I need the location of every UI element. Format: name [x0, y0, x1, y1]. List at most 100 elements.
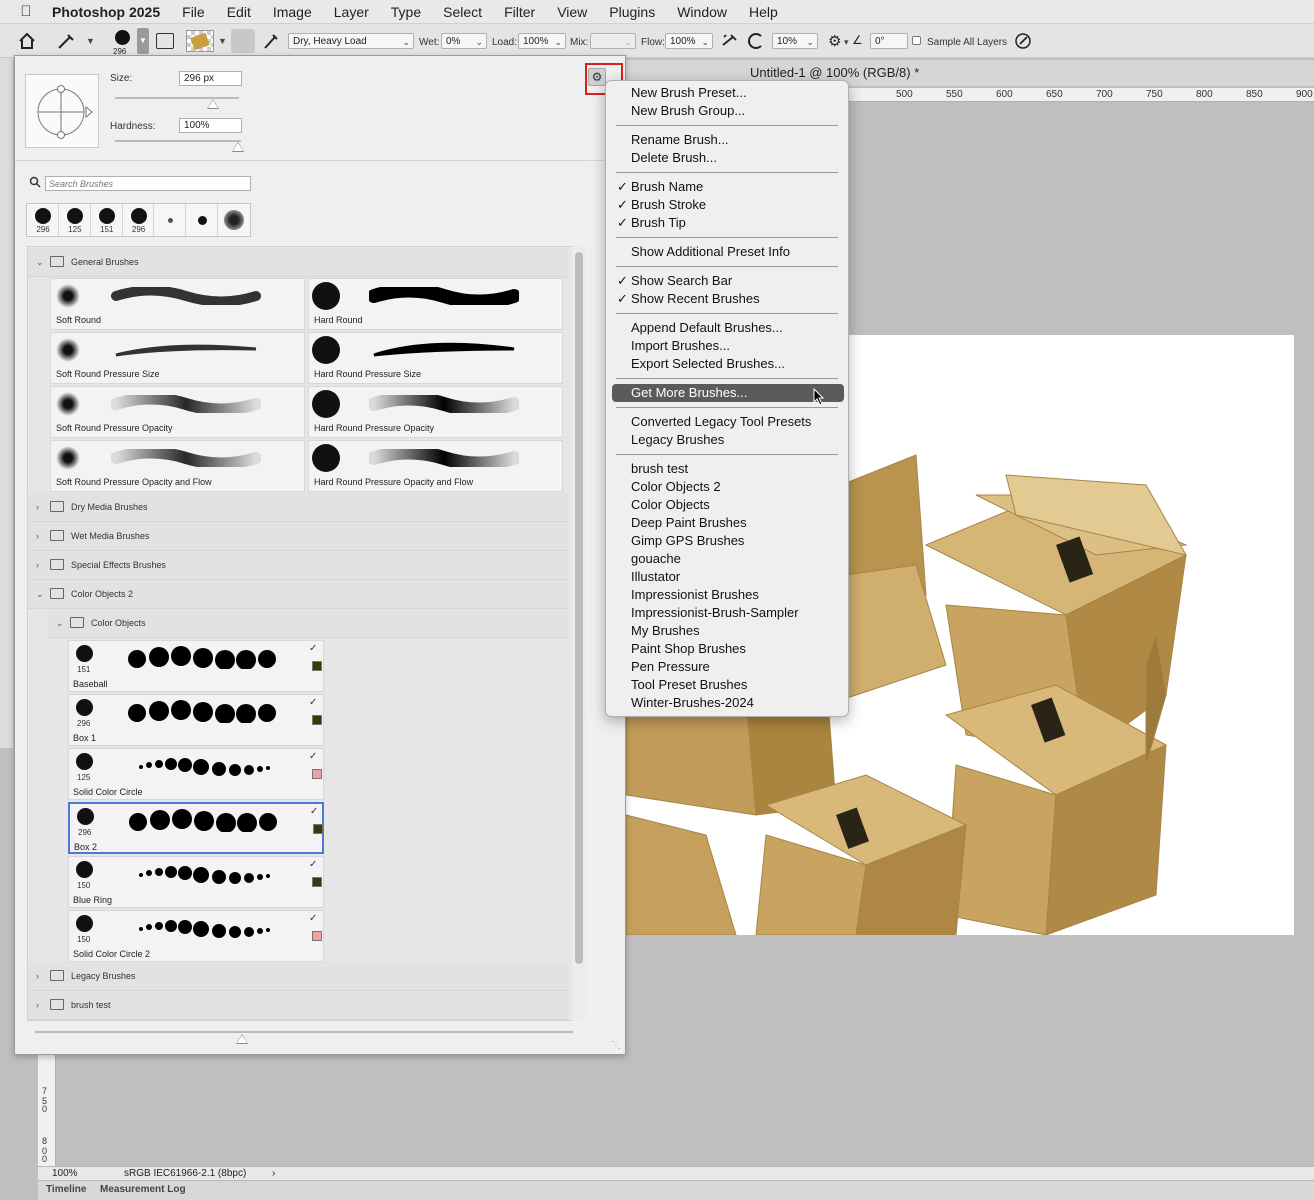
brush-picker-dropdown[interactable]: ▼ — [137, 28, 149, 54]
tool-preset-solid-color-circle-2[interactable]: 150 Solid Color Circle 2 ✓ — [68, 910, 324, 962]
menu-item-gouache[interactable]: gouache — [631, 550, 681, 568]
menu-item-color-objects-2[interactable]: Color Objects 2 — [631, 478, 721, 496]
size-slider[interactable] — [115, 97, 239, 99]
menu-item-append-default-brushes[interactable]: Append Default Brushes... — [631, 319, 783, 337]
recent-brush[interactable]: 296 — [123, 204, 155, 236]
menu-item-gimp-gps-brushes[interactable]: Gimp GPS Brushes — [631, 532, 744, 550]
recent-brush[interactable] — [186, 204, 219, 236]
chevron-down-icon[interactable]: ⌄ — [36, 257, 44, 268]
resize-grip-icon[interactable]: ⋱ — [611, 1040, 621, 1051]
menu-item-show-search-bar[interactable]: ✓ Show Search Bar — [617, 272, 732, 290]
menu-item-my-brushes[interactable]: My Brushes — [631, 622, 700, 640]
menu-item-new-brush-preset[interactable]: New Brush Preset... — [631, 84, 747, 102]
brush-tip-preview[interactable] — [25, 74, 99, 148]
menu-item-brush-test[interactable]: brush test — [631, 460, 688, 478]
app-name[interactable]: Photoshop 2025 — [52, 4, 160, 20]
angle-field[interactable]: 0° — [870, 33, 908, 49]
brush-preview[interactable]: 296 — [110, 28, 136, 56]
menu-item-illustator[interactable]: Illustator — [631, 568, 680, 586]
group-legacy-brushes[interactable]: › Legacy Brushes — [28, 962, 568, 991]
recent-brush[interactable]: 125 — [59, 204, 91, 236]
hardness-slider[interactable] — [115, 140, 241, 142]
menu-help[interactable]: Help — [749, 4, 778, 20]
menu-item-rename-brush[interactable]: Rename Brush... — [631, 131, 729, 149]
preview-size-slider[interactable] — [35, 1031, 573, 1033]
menu-file[interactable]: File — [182, 4, 205, 20]
tool-preset-caret-icon[interactable]: ▼ — [86, 36, 95, 46]
zoom-level[interactable]: 100% — [52, 1168, 78, 1179]
menu-item-show-additional-preset-info[interactable]: Show Additional Preset Info — [631, 243, 790, 261]
group-special-effects-brushes[interactable]: › Special Effects Brushes — [28, 551, 568, 580]
airbrush-icon[interactable] — [721, 33, 739, 49]
menu-edit[interactable]: Edit — [227, 4, 251, 20]
smoothing-field[interactable]: 10% ⌄ — [772, 33, 818, 49]
tool-preset-solid-color-circle[interactable]: 125 Solid Color Circle ✓ — [68, 748, 324, 800]
menu-item-legacy-brushes[interactable]: Legacy Brushes — [631, 431, 724, 449]
menu-item-color-objects[interactable]: Color Objects — [631, 496, 710, 514]
menu-item-pen-pressure[interactable]: Pen Pressure — [631, 658, 710, 676]
recent-brush[interactable]: 296 — [27, 204, 59, 236]
menu-item-get-more-brushes[interactable]: Get More Brushes... — [612, 384, 844, 402]
brush-hard-round-pressure-opacity[interactable]: Hard Round Pressure Opacity — [308, 386, 563, 438]
mix-preset-select[interactable]: Dry, Heavy Load ⌄ — [288, 33, 414, 49]
scrollbar-thumb[interactable] — [575, 252, 583, 964]
chevron-right-icon[interactable]: › — [36, 560, 39, 570]
menu-plugins[interactable]: Plugins — [609, 4, 655, 20]
mixer-brush-tool-icon[interactable] — [56, 33, 78, 51]
menu-layer[interactable]: Layer — [334, 4, 369, 20]
smoothing-options-caret-icon[interactable]: ▾ — [844, 37, 849, 48]
menu-item-impressionist-brushes[interactable]: Impressionist Brushes — [631, 586, 759, 604]
menu-item-brush-name[interactable]: ✓ Brush Name — [617, 178, 703, 196]
group-color-objects-2[interactable]: ⌄ Color Objects 2 — [28, 580, 568, 609]
tool-preset-box-1[interactable]: 296 Box 1 ✓ — [68, 694, 324, 746]
tab-measurement-log[interactable]: Measurement Log — [100, 1184, 186, 1195]
menu-item-winter-brushes-2024[interactable]: Winter-Brushes-2024 — [631, 694, 754, 712]
group-brush-test[interactable]: › brush test — [28, 991, 568, 1020]
pressure-icon[interactable] — [1014, 32, 1032, 50]
wet-field[interactable]: 0% ⌄ — [441, 33, 487, 49]
recent-brush[interactable]: 151 — [91, 204, 123, 236]
brush-settings-icon[interactable] — [156, 33, 174, 49]
recent-brush[interactable] — [218, 204, 250, 236]
menu-item-converted-legacy-tool-presets[interactable]: Converted Legacy Tool Presets — [631, 413, 811, 431]
brush-hard-round-pressure-opacity-and-flow[interactable]: Hard Round Pressure Opacity and Flow — [308, 440, 563, 492]
brush-hard-round-pressure-size[interactable]: Hard Round Pressure Size — [308, 332, 563, 384]
preview-size-slider-handle[interactable] — [236, 1034, 248, 1044]
menu-select[interactable]: Select — [443, 4, 482, 20]
menu-item-new-brush-group[interactable]: New Brush Group... — [631, 102, 745, 120]
brush-soft-round-pressure-opacity[interactable]: Soft Round Pressure Opacity — [50, 386, 305, 438]
menu-item-import-brushes[interactable]: Import Brushes... — [631, 337, 730, 355]
chevron-right-icon[interactable]: › — [36, 502, 39, 512]
menu-filter[interactable]: Filter — [504, 4, 535, 20]
tool-preset-blue-ring[interactable]: 150 Blue Ring ✓ — [68, 856, 324, 908]
mix-field[interactable]: ⌄ — [590, 33, 636, 49]
chevron-down-icon[interactable]: ⌄ — [56, 618, 64, 629]
load-options-caret-icon[interactable]: ▼ — [218, 36, 227, 46]
menu-view[interactable]: View — [557, 4, 587, 20]
group-general-brushes[interactable]: ⌄ General Brushes — [28, 248, 568, 277]
brush-hard-round[interactable]: Hard Round — [308, 278, 563, 330]
load-field[interactable]: 100% ⌄ — [518, 33, 566, 49]
smoothing-icon[interactable] — [748, 33, 764, 49]
status-expand-icon[interactable]: › — [272, 1168, 275, 1179]
menu-item-deep-paint-brushes[interactable]: Deep Paint Brushes — [631, 514, 747, 532]
tool-preset-box-2[interactable]: 296 Box 2 ✓ — [68, 802, 324, 854]
tool-preset-baseball[interactable]: 151 Baseball ✓ — [68, 640, 324, 692]
size-field[interactable]: 296 px — [179, 71, 242, 86]
chevron-right-icon[interactable]: › — [36, 531, 39, 541]
chevron-down-icon[interactable]: ⌄ — [36, 589, 44, 600]
hardness-slider-handle[interactable] — [232, 142, 244, 152]
menu-item-delete-brush[interactable]: Delete Brush... — [631, 149, 717, 167]
menu-item-brush-tip[interactable]: ✓ Brush Tip — [617, 214, 686, 232]
load-brush-icon[interactable] — [231, 29, 255, 53]
apple-icon[interactable]:  — [0, 3, 52, 20]
menu-type[interactable]: Type — [391, 4, 421, 20]
size-slider-handle[interactable] — [207, 99, 219, 109]
document-title[interactable]: Untitled-1 @ 100% (RGB/8) * — [750, 65, 919, 80]
chevron-right-icon[interactable]: › — [36, 1000, 39, 1010]
menu-item-brush-stroke[interactable]: ✓ Brush Stroke — [617, 196, 706, 214]
group-color-objects[interactable]: ⌄ Color Objects — [48, 609, 568, 638]
gear-icon[interactable]: ⚙ — [828, 32, 841, 50]
hardness-field[interactable]: 100% — [179, 118, 242, 133]
search-input[interactable] — [45, 176, 251, 191]
